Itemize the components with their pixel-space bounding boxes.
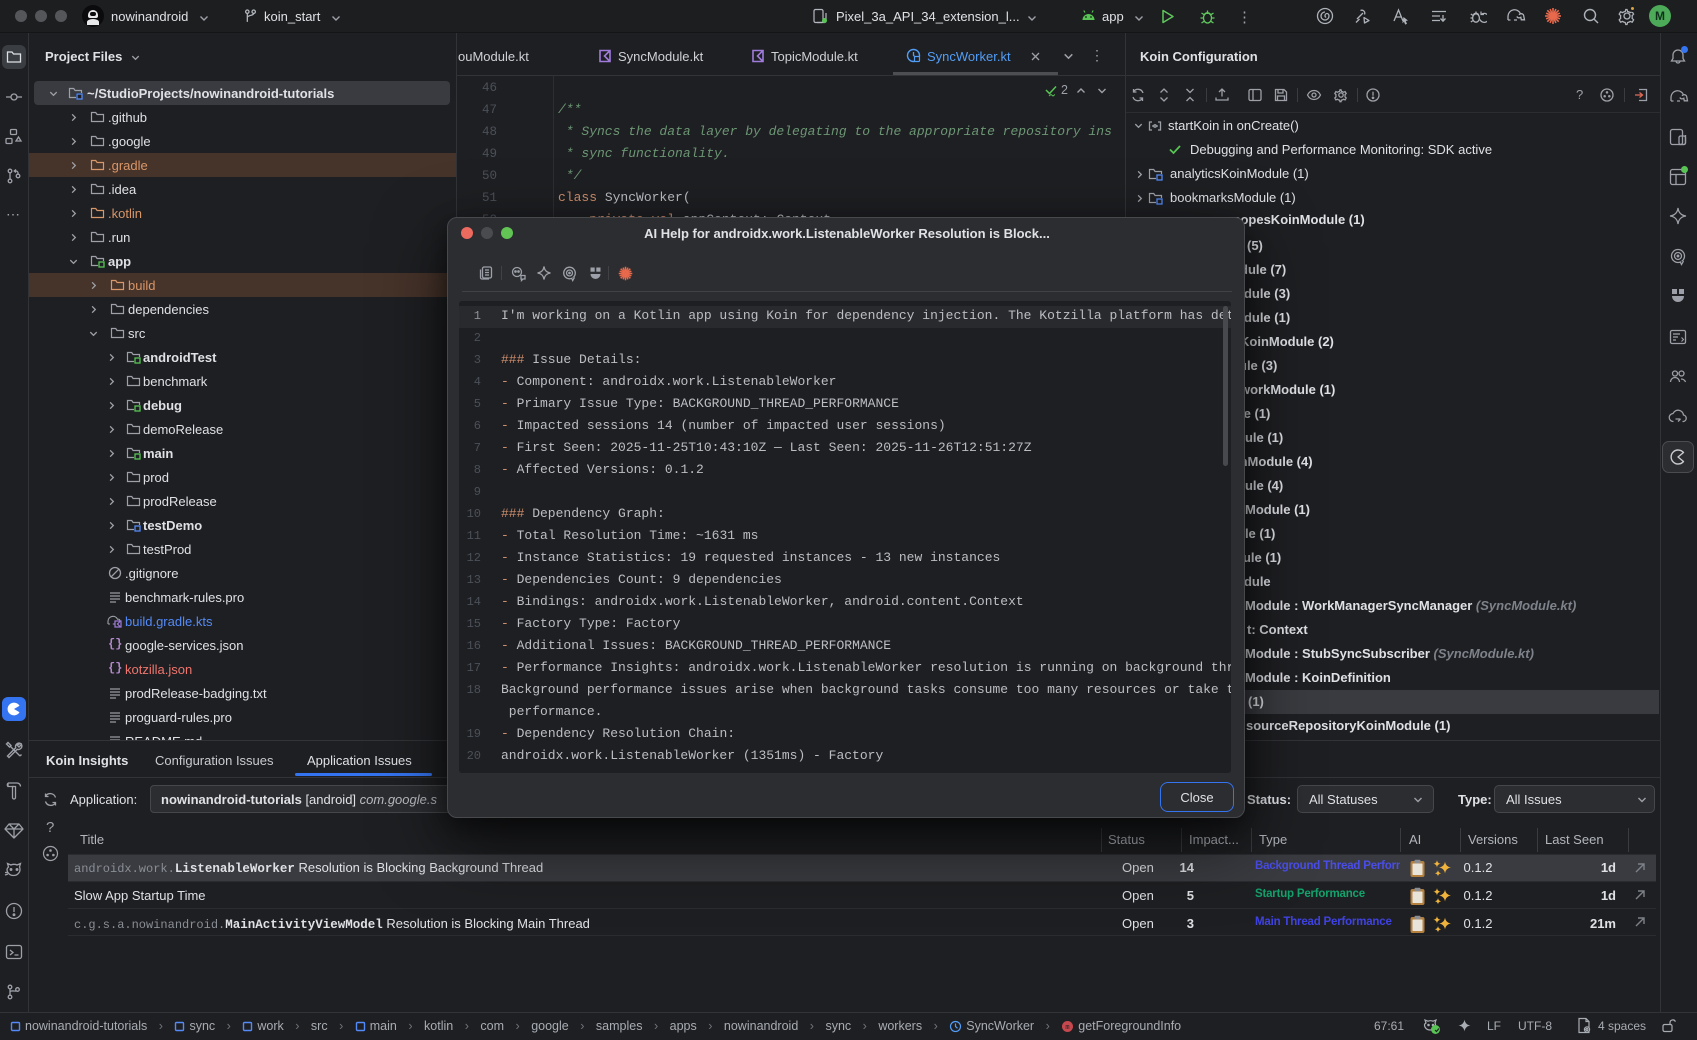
- svg-text:m: m: [1066, 1024, 1070, 1032]
